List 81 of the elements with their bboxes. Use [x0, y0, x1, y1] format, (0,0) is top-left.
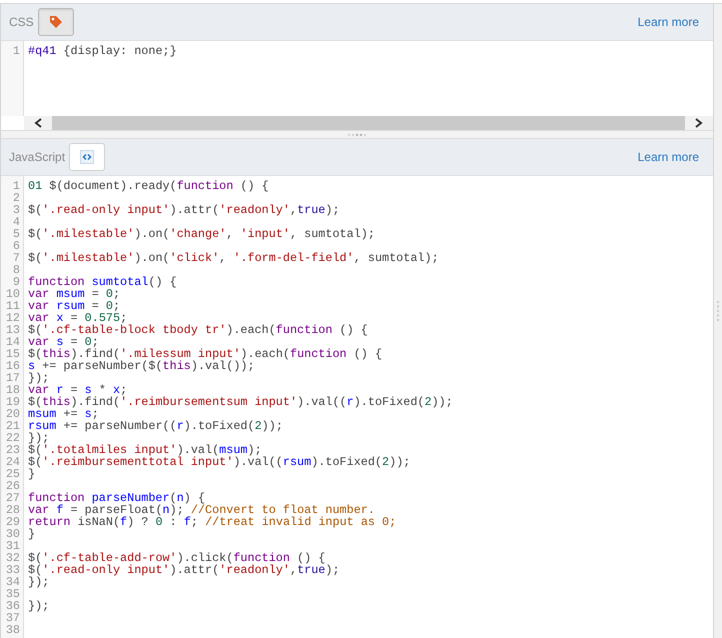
code-line: var x = 0.575;	[28, 312, 128, 324]
code-line: rsum += parseNumber((r).toFixed(2));	[28, 420, 283, 432]
toggle-button[interactable]	[38, 8, 74, 36]
code-line: $('.milestable').on('click', '.form-del-field', sumtotal);	[28, 252, 439, 264]
code-line: $('.read-only input').attr('readonly',true);	[28, 204, 340, 216]
line-number: 1	[12, 45, 21, 57]
line-number: 35	[4, 588, 21, 600]
toggle-button[interactable]	[69, 143, 106, 171]
code-line: $('.totalmiles input').val(msum);	[28, 444, 262, 456]
code-line: $('.cf-table-block tbody tr').each(function () {	[28, 324, 368, 336]
code-line: $('.read-only input').attr('readonly',true);	[28, 564, 340, 576]
line-number: 4	[12, 216, 21, 228]
code-line: 01 $(document).ready(function () {	[28, 180, 269, 192]
line-number: 21	[4, 420, 21, 432]
code-line: var s = 0;	[28, 336, 99, 348]
line-number: 25	[4, 468, 21, 480]
line-number: 32	[4, 552, 21, 564]
code-line: s += parseNumber($(this).val());	[28, 360, 255, 372]
code-line: msum += s;	[28, 408, 99, 420]
line-number: 24	[4, 456, 21, 468]
line-number: 7	[12, 252, 21, 264]
line-number: 34	[4, 576, 21, 588]
code-line: $(this).find('.milessum input').each(function () {	[28, 348, 382, 360]
line-number: 31	[4, 540, 21, 552]
code-line: }	[28, 528, 36, 540]
resize-handle[interactable]	[1, 130, 713, 139]
line-number: 36	[4, 600, 21, 612]
line-number: 28	[4, 504, 21, 516]
code-editor[interactable]: 1 #q41 {display: none;}	[1, 41, 713, 130]
line-number: 15	[4, 348, 21, 360]
line-number: 22	[4, 432, 21, 444]
line-number: 16	[4, 360, 21, 372]
learn-more-link[interactable]: Learn more	[638, 15, 699, 29]
code-line: return isNaN(f) ? 0 : f; //treat invalid input as 0;	[28, 516, 396, 528]
learn-more-link[interactable]: Learn more	[638, 150, 699, 164]
code-line: function sumtotal() {	[28, 276, 177, 288]
line-number: 8	[12, 264, 21, 276]
code-line: });	[28, 432, 50, 444]
tag-icon	[48, 14, 64, 30]
grip-icon[interactable]	[716, 299, 720, 323]
line-number: 6	[12, 240, 21, 252]
line-number: 12	[4, 312, 21, 324]
code-line: var rsum = 0;	[28, 300, 120, 312]
line-number: 3	[12, 204, 21, 216]
panel-label: CSS	[9, 15, 34, 29]
line-number: 20	[4, 408, 21, 420]
line-number: 29	[4, 516, 21, 528]
line-number: 5	[12, 228, 21, 240]
code-line: });	[28, 576, 50, 588]
panel-label: JavaScript	[9, 150, 66, 164]
line-number: 23	[4, 444, 21, 456]
line-number: 2	[12, 192, 21, 204]
code-line: }	[28, 468, 36, 480]
line-number: 17	[4, 372, 21, 384]
code-line: #q41 {display: none;}	[28, 45, 177, 57]
code-icon	[80, 150, 94, 164]
line-number: 18	[4, 384, 21, 396]
code-line: });	[28, 372, 50, 384]
line-number: 14	[4, 336, 21, 348]
code-line: });	[28, 600, 50, 612]
line-number: 9	[12, 276, 21, 288]
line-number: 11	[4, 300, 21, 312]
code-line: var r = s * x;	[28, 384, 128, 396]
code-line: $('.milestable').on('change', 'input', sumtotal);	[28, 228, 375, 240]
line-number: 10	[4, 288, 21, 300]
code-line: $('.cf-table-add-row').click(function () {	[28, 552, 326, 564]
line-number: 33	[4, 564, 21, 576]
line-number: 1	[12, 180, 21, 192]
line-number: 27	[4, 492, 21, 504]
line-number: 30	[4, 528, 21, 540]
line-number: 38	[4, 624, 21, 636]
code-line: var msum = 0;	[28, 288, 120, 300]
code-line: $('.reimbursementtotal input').val((rsum).toFixed(2));	[28, 456, 410, 468]
code-line: var f = parseFloat(n); //Convert to float number.	[28, 504, 375, 516]
line-number: 19	[4, 396, 21, 408]
line-number: 37	[4, 612, 21, 624]
code-line: $(this).find('.reimbursementsum input').val((r).toFixed(2));	[28, 396, 453, 408]
line-number: 26	[4, 480, 21, 492]
horizontal-scrollbar[interactable]	[24, 116, 713, 130]
line-number: 13	[4, 324, 21, 336]
code-line: function parseNumber(n) {	[28, 492, 206, 504]
